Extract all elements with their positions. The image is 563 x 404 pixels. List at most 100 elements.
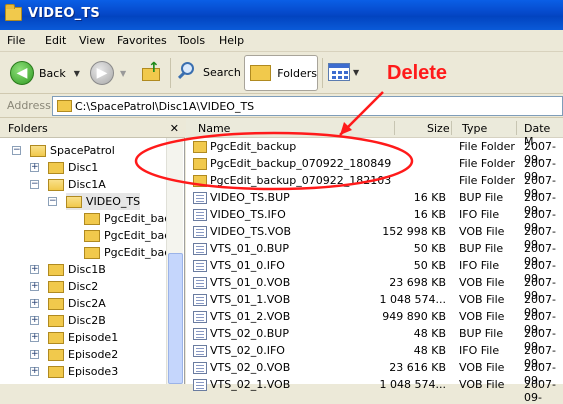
file-row[interactable]: PgcEdit_backup_070922_182103 File Folder 2…	[186, 173, 563, 200]
file-date: 2007-09-	[524, 378, 556, 404]
tree-item[interactable]: Disc2	[48, 278, 98, 295]
tree-item[interactable]: SpacePatrol	[30, 142, 115, 159]
file-type: File Folder	[459, 140, 515, 153]
collapse-icon[interactable]: −	[30, 180, 39, 189]
tree-item[interactable]: Disc1	[48, 159, 98, 176]
folder-icon	[48, 365, 64, 378]
file-icon	[193, 243, 207, 255]
tree-item[interactable]: VIDEO_TS	[66, 193, 141, 210]
file-row[interactable]: VTS_01_0.IFO 50 KB IFO File 2007-09-	[186, 258, 563, 285]
file-size: 50 KB	[413, 242, 446, 255]
file-row[interactable]: VIDEO_TS.VOB 152 998 KB VOB File 2007-09-	[186, 224, 563, 251]
column-type[interactable]: Type	[462, 122, 487, 135]
folder-icon	[66, 195, 82, 208]
file-icon	[193, 260, 207, 272]
menu-file[interactable]: File	[7, 34, 25, 47]
file-row[interactable]: PgcEdit_backup File Folder 2007-09-	[186, 139, 563, 166]
up-folder-icon: ↑	[140, 60, 162, 82]
up-folder-button[interactable]: ↑	[140, 60, 162, 82]
file-name: VTS_02_0.IFO	[210, 344, 285, 357]
menu-favorites[interactable]: Favorites	[117, 34, 167, 47]
scrollbar[interactable]	[166, 138, 183, 384]
file-icon	[193, 226, 207, 238]
file-row[interactable]: VTS_01_2.VOB 949 890 KB VOB File 2007-09-	[186, 309, 563, 336]
menu-tools[interactable]: Tools	[178, 34, 205, 47]
back-dropdown-icon[interactable]: ▼	[74, 69, 80, 78]
file-icon	[193, 379, 207, 391]
menu-edit[interactable]: Edit	[45, 34, 66, 47]
file-name: VTS_02_0.VOB	[210, 361, 291, 374]
scrollbar-thumb[interactable]	[168, 253, 183, 384]
file-name: PgcEdit_backup_070922_182103	[210, 174, 392, 187]
file-type: BUP File	[459, 191, 504, 204]
file-icon	[193, 362, 207, 374]
column-size[interactable]: Size	[427, 122, 450, 135]
collapse-icon[interactable]: −	[48, 197, 57, 206]
file-name: VIDEO_TS.VOB	[210, 225, 292, 238]
forward-arrow-icon: ▶	[90, 61, 114, 85]
expand-icon[interactable]: +	[30, 316, 39, 325]
expand-icon[interactable]: +	[30, 333, 39, 342]
tree-item[interactable]: Episode2	[48, 346, 118, 363]
file-row[interactable]: VIDEO_TS.BUP 16 KB BUP File 2007-09-	[186, 190, 563, 217]
views-dropdown-icon[interactable]: ▼	[353, 68, 359, 77]
file-row[interactable]: VTS_01_1.VOB 1 048 574... VOB File 2007-09-	[186, 292, 563, 319]
file-size: 16 KB	[413, 208, 446, 221]
file-type: VOB File	[459, 293, 505, 306]
file-row[interactable]: VTS_02_0.BUP 48 KB BUP File 2007-09-	[186, 326, 563, 353]
expand-icon[interactable]: +	[30, 367, 39, 376]
window-title: VIDEO_TS	[28, 6, 100, 21]
address-input[interactable]: C:\SpacePatrol\Disc1A\VIDEO_TS	[52, 96, 563, 116]
toolbar-separator	[322, 58, 323, 88]
file-icon	[193, 345, 207, 357]
file-row[interactable]: VTS_02_0.VOB 23 616 KB VOB File 2007-09-	[186, 360, 563, 387]
tree-item[interactable]: Episode1	[48, 329, 118, 346]
file-name: VTS_01_0.IFO	[210, 259, 285, 272]
address-path: C:\SpacePatrol\Disc1A\VIDEO_TS	[75, 100, 255, 113]
file-name: PgcEdit_backup_070922_180849	[210, 157, 392, 170]
title-bar: VIDEO_TS	[0, 0, 563, 30]
folder-icon	[48, 297, 64, 310]
file-row[interactable]: PgcEdit_backup_070922_180849 File Folder 2…	[186, 156, 563, 183]
menu-view[interactable]: View	[79, 34, 105, 47]
tree-item-label: Episode2	[68, 348, 119, 361]
tree-item-label: Disc1	[68, 161, 99, 174]
toolbar-separator	[170, 58, 171, 88]
file-size: 48 KB	[413, 344, 446, 357]
folder-icon	[193, 175, 207, 187]
tree-item[interactable]: Disc1B	[48, 261, 106, 278]
expand-icon[interactable]: +	[30, 163, 39, 172]
forward-dropdown-icon[interactable]: ▼	[120, 69, 126, 78]
tree-item-label: Disc1B	[68, 263, 106, 276]
file-row[interactable]: VTS_02_1.VOB 1 048 574... VOB File 2007-09-	[186, 377, 563, 404]
file-row[interactable]: VTS_01_0.VOB 23 698 KB VOB File 2007-09-	[186, 275, 563, 302]
search-button[interactable]: Search	[176, 61, 241, 83]
collapse-icon[interactable]: −	[12, 146, 21, 155]
close-icon[interactable]: ✕	[170, 122, 179, 135]
file-name: VIDEO_TS.IFO	[210, 208, 286, 221]
file-row[interactable]: VTS_01_0.BUP 50 KB BUP File 2007-09-	[186, 241, 563, 268]
forward-button[interactable]: ▶ ▼	[90, 61, 126, 85]
column-name[interactable]: Name	[198, 122, 230, 135]
folders-icon	[250, 65, 272, 81]
tree-item[interactable]: Episode3	[48, 363, 118, 380]
folders-button[interactable]: Folders	[244, 55, 318, 91]
expand-icon[interactable]: +	[30, 299, 39, 308]
tree-item[interactable]: Disc2A	[48, 295, 106, 312]
file-size: 152 998 KB	[382, 225, 446, 238]
expand-icon[interactable]: +	[30, 265, 39, 274]
file-icon	[193, 328, 207, 340]
file-row[interactable]: VTS_02_0.IFO 48 KB IFO File 2007-09-	[186, 343, 563, 370]
file-name: VTS_01_2.VOB	[210, 310, 291, 323]
expand-icon[interactable]: +	[30, 350, 39, 359]
views-button[interactable]: ▼	[328, 63, 359, 81]
tree-item[interactable]: Disc2B	[48, 312, 106, 329]
back-button[interactable]: ◀ Back ▼	[10, 61, 80, 85]
tree-item[interactable]: Disc1A	[48, 176, 106, 193]
folder-icon	[57, 100, 72, 112]
file-row[interactable]: VIDEO_TS.IFO 16 KB IFO File 2007-09-	[186, 207, 563, 234]
tree-item-label: Episode3	[68, 365, 119, 378]
expand-icon[interactable]: +	[30, 282, 39, 291]
menu-help[interactable]: Help	[219, 34, 244, 47]
file-size: 50 KB	[413, 259, 446, 272]
